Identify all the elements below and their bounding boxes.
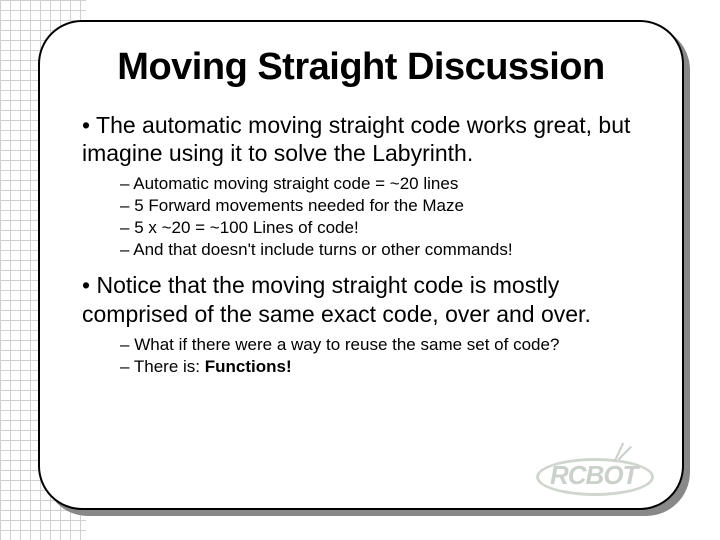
slide-card: Moving Straight Discussion The automatic… bbox=[38, 20, 684, 510]
slide-title: Moving Straight Discussion bbox=[76, 46, 646, 89]
bullet-1-text: The automatic moving straight code works… bbox=[82, 112, 630, 166]
sub1-item-2: 5 Forward movements needed for the Maze bbox=[120, 195, 646, 217]
sub1-item-4: And that doesn't include turns or other … bbox=[120, 239, 646, 261]
sub2-item-2: There is: Functions! bbox=[120, 356, 646, 378]
bullet-2-text: Notice that the moving straight code is … bbox=[82, 272, 591, 326]
rcbot-logo: RCBOT bbox=[536, 440, 656, 498]
sub1-item-1: Automatic moving straight code = ~20 lin… bbox=[120, 173, 646, 195]
bullet-2: Notice that the moving straight code is … bbox=[82, 271, 646, 377]
sub2-item-2a: There is: bbox=[134, 357, 205, 376]
bullet-list-1: The automatic moving straight code works… bbox=[76, 111, 646, 378]
bullet-1: The automatic moving straight code works… bbox=[82, 111, 646, 261]
logo-text: RCBOT bbox=[550, 460, 637, 491]
sub-list-1: Automatic moving straight code = ~20 lin… bbox=[82, 173, 646, 261]
sub2-item-2b: Functions! bbox=[205, 357, 292, 376]
sub1-item-3: 5 x ~20 = ~100 Lines of code! bbox=[120, 217, 646, 239]
slide-body: The automatic moving straight code works… bbox=[76, 111, 646, 378]
sub2-item-1: What if there were a way to reuse the sa… bbox=[120, 334, 646, 356]
sub-list-2: What if there were a way to reuse the sa… bbox=[82, 334, 646, 378]
